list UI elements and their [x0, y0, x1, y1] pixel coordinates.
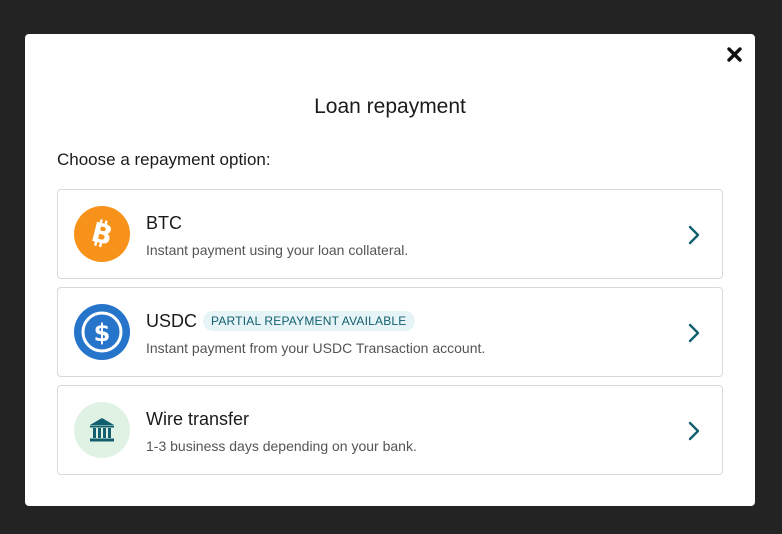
- modal-subtitle: Choose a repayment option:: [57, 150, 271, 169]
- usdc-icon: $: [74, 304, 130, 360]
- bank-icon: [74, 402, 130, 458]
- modal-title: Loan repayment: [314, 95, 466, 118]
- option-wire-transfer[interactable]: Wire transfer 1-3 business days dependin…: [57, 385, 723, 475]
- option-title: USDC: [146, 311, 198, 331]
- partial-repayment-badge: PARTIAL REPAYMENT AVAILABLE: [203, 311, 415, 331]
- option-title-row: Wire transfer: [146, 408, 249, 430]
- option-title-row: BTC: [146, 212, 182, 234]
- bitcoin-icon: B: [74, 206, 130, 262]
- option-btc[interactable]: B BTC Instant payment using your loan co…: [57, 189, 723, 279]
- option-title-row: USDC PARTIAL REPAYMENT AVAILABLE: [146, 310, 415, 332]
- option-title: Wire transfer: [146, 409, 250, 429]
- chevron-right-icon: [686, 322, 702, 344]
- chevron-right-icon: [686, 420, 702, 442]
- loan-repayment-modal: Loan repayment Choose a repayment option…: [25, 34, 755, 506]
- option-title: BTC: [146, 213, 182, 233]
- svg-text:$: $: [94, 319, 111, 347]
- chevron-right-icon: [686, 224, 702, 246]
- option-description: 1-3 business days depending on your bank…: [146, 438, 417, 454]
- option-usdc[interactable]: $ USDC PARTIAL REPAYMENT AVAILABLE Insta…: [57, 287, 723, 377]
- option-description: Instant payment using your loan collater…: [146, 242, 409, 258]
- repayment-options-list: B BTC Instant payment using your loan co…: [57, 189, 723, 483]
- close-button[interactable]: [724, 44, 744, 64]
- close-icon: [726, 46, 742, 62]
- option-description: Instant payment from your USDC Transacti…: [146, 340, 486, 356]
